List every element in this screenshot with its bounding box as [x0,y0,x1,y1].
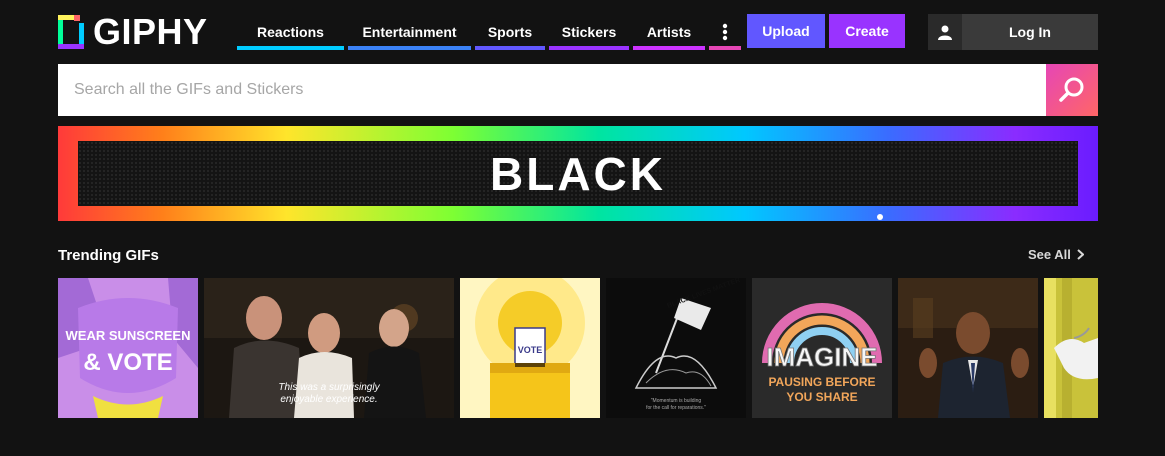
svg-text:VOTE: VOTE [518,345,543,355]
login-button[interactable]: Log In [928,14,1098,50]
svg-text:PAUSING BEFORE: PAUSING BEFORE [768,375,875,389]
featured-banner[interactable]: BLACK [58,126,1098,221]
gif-tile-black-lives-matter[interactable]: BLACK LIVES MATTER "Momentum is building… [606,278,746,418]
login-label: Log In [1009,24,1051,40]
search-bar [58,64,1046,116]
chevron-right-icon [1077,249,1084,260]
nav-label: Entertainment [362,24,457,40]
gif-thumbnail [1044,278,1098,418]
search-input[interactable] [58,64,1034,116]
svg-text:& VOTE: & VOTE [83,349,172,376]
giphy-logo-icon [58,15,84,49]
gif-thumbnail: VOTE [460,278,600,418]
svg-text:for the call for reparations.": for the call for reparations." [646,405,706,411]
nav-label: Artists [646,24,692,40]
user-icon [928,14,962,50]
svg-text:IMAGINE: IMAGINE [766,342,877,372]
gif-thumbnail: IMAGINE PAUSING BEFORE YOU SHARE [752,278,892,418]
nav-more-button[interactable] [709,14,741,50]
main-nav: Reactions Entertainment Sports Stickers … [237,14,741,50]
nav-label: Sports [487,24,533,40]
svg-text:"Momentum is building: "Momentum is building [651,398,702,404]
upload-button[interactable]: Upload [747,14,825,48]
logo-text: GIPHY [93,11,208,52]
svg-text:This was a surprisingly: This was a surprisingly [278,382,380,393]
nav-item-reactions[interactable]: Reactions [237,14,344,50]
create-button[interactable]: Create [829,14,905,48]
svg-text:WEAR SUNSCREEN: WEAR SUNSCREEN [66,328,191,343]
gif-tile-vote-ballot[interactable]: VOTE [460,278,600,418]
banner-title: BLACK [490,147,666,200]
nav-label: Stickers [561,24,617,40]
gif-tile-man-in-suit[interactable] [898,278,1038,418]
nav-item-artists[interactable]: Artists [633,14,705,50]
see-all-label: See All [1028,247,1071,262]
gif-tile-wear-sunscreen-vote[interactable]: WEAR SUNSCREEN & VOTE [58,278,198,418]
search-button[interactable] [1046,64,1098,116]
gif-tile-surprisingly-enjoyable[interactable]: This was a surprisingly enjoyable experi… [204,278,454,418]
gif-tile-imagine[interactable]: IMAGINE PAUSING BEFORE YOU SHARE [752,278,892,418]
gif-thumbnail: WEAR SUNSCREEN & VOTE [58,278,198,418]
svg-text:enjoyable experience.: enjoyable experience. [280,394,377,405]
gif-tile-partial[interactable] [1044,278,1098,418]
see-all-link[interactable]: See All [1028,247,1084,262]
gif-thumbnail [898,278,1038,418]
giphy-logo[interactable]: GIPHY [58,14,208,50]
nav-label: Reactions [257,24,324,40]
nav-item-stickers[interactable]: Stickers [549,14,629,50]
svg-text:YOU SHARE: YOU SHARE [786,390,857,404]
gif-thumbnail: BLACK LIVES MATTER "Momentum is building… [606,278,746,418]
banner-inner: BLACK [78,141,1078,206]
trending-title: Trending GIFs [58,247,159,264]
carousel-dot[interactable] [877,214,883,220]
vertical-ellipsis-icon [722,23,728,41]
nav-item-sports[interactable]: Sports [475,14,545,50]
nav-item-entertainment[interactable]: Entertainment [348,14,471,50]
search-icon [1059,77,1084,102]
gif-thumbnail: This was a surprisingly enjoyable experi… [204,278,454,418]
